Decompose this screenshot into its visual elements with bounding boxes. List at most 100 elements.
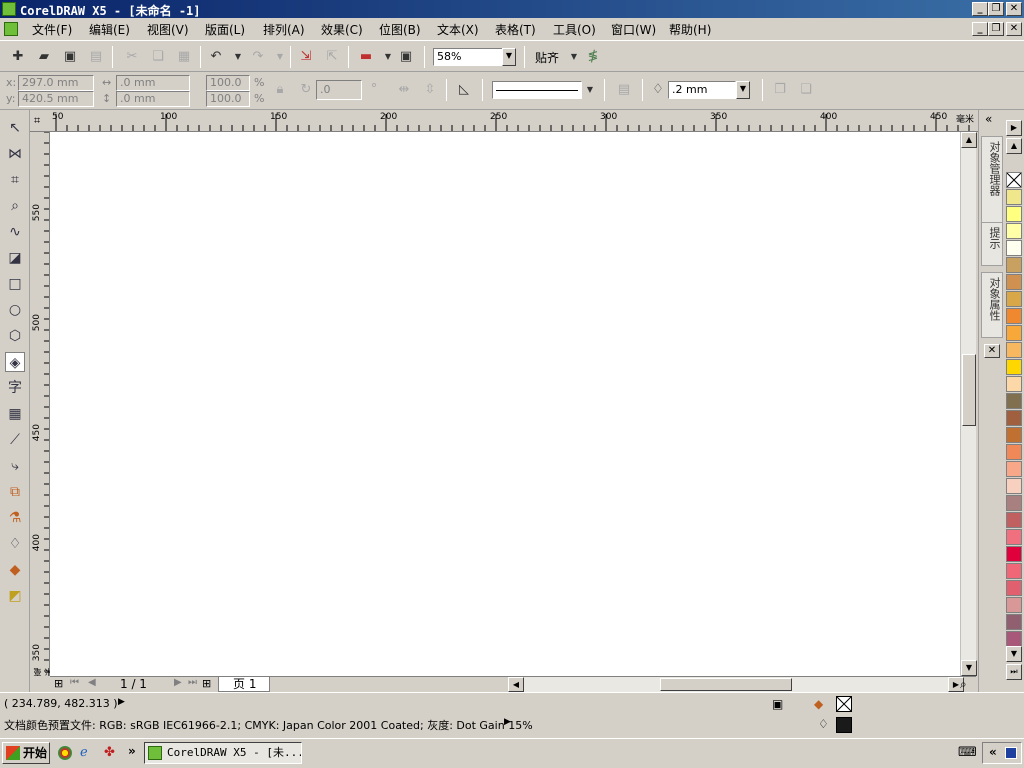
palette-scroll-up-icon[interactable]: ▲ [1006, 138, 1022, 154]
docker-tab-object-properties[interactable]: 对象属性 [981, 272, 1003, 338]
palette-swatch[interactable] [1006, 308, 1022, 324]
zoom-level-input[interactable]: 58% [433, 48, 503, 66]
next-page-icon[interactable]: ▶ [174, 677, 182, 688]
start-button[interactable]: 开始 [2, 742, 50, 764]
doc-minimize-button[interactable]: _ [972, 22, 988, 36]
save-icon[interactable]: ▣ [62, 49, 78, 65]
cut-icon[interactable]: ✂ [124, 49, 140, 65]
palette-swatch[interactable] [1006, 444, 1022, 460]
rectangle-tool-icon[interactable]: □ [5, 274, 25, 294]
prev-page-icon[interactable]: ◀ [88, 677, 96, 688]
keyboard-tray-icon[interactable]: ⌨ [958, 745, 977, 760]
scroll-down-button[interactable]: ▼ [961, 660, 977, 676]
no-color-swatch[interactable] [1006, 172, 1022, 188]
close-button[interactable]: ✕ [1006, 2, 1022, 16]
palette-swatch[interactable] [1006, 359, 1022, 375]
doc-close-button[interactable]: ✕ [1006, 22, 1022, 36]
restore-button[interactable]: ❐ [988, 2, 1004, 16]
rotate-icon[interactable]: ↻ [298, 82, 314, 98]
add-page-before-icon[interactable]: ⊞ [54, 677, 63, 690]
palette-swatch[interactable] [1006, 563, 1022, 579]
open-folder-icon[interactable]: ▰ [36, 49, 52, 65]
palette-swatch[interactable] [1006, 342, 1022, 358]
add-page-after-icon[interactable]: ⊞ [202, 677, 211, 690]
navigator-zoom-icon[interactable]: ⌕ [960, 677, 967, 692]
drawing-canvas[interactable] [50, 132, 960, 676]
width-field[interactable]: .0 mm [116, 75, 190, 91]
copy-icon[interactable]: ❏ [150, 49, 166, 65]
menu-bitmaps[interactable]: 位图(B) [379, 21, 421, 38]
menu-effects[interactable]: 效果(C) [321, 21, 363, 38]
app-icon[interactable] [2, 2, 16, 16]
freehand-tool-icon[interactable]: ∿ [5, 222, 25, 242]
scroll-left-button[interactable]: ◀ [508, 677, 524, 692]
palette-swatch[interactable] [1006, 257, 1022, 273]
corner-icon[interactable]: ◺ [456, 82, 472, 98]
export-icon[interactable]: ⇱ [324, 49, 340, 65]
height-field[interactable]: .0 mm [116, 91, 190, 107]
menu-window[interactable]: 窗口(W) [611, 21, 656, 38]
snap-to-button[interactable]: 贴齐 [535, 49, 559, 66]
app-launcher-dropdown-icon[interactable]: ▼ [380, 49, 396, 65]
menu-help[interactable]: 帮助(H) [669, 21, 711, 38]
page-tab[interactable]: 页 1 [218, 677, 270, 692]
palette-swatch[interactable] [1006, 495, 1022, 511]
to-back-icon[interactable]: ❏ [798, 82, 814, 98]
menu-view[interactable]: 视图(V) [147, 21, 189, 38]
menu-layout[interactable]: 版面(L) [205, 21, 245, 38]
outline-width-dropdown-icon[interactable]: ▼ [736, 81, 750, 99]
vertical-ruler[interactable]: 550 500 450 400 350 毫米 [30, 132, 53, 676]
taskbar-coreldraw-button[interactable]: CorelDRAW X5 - [未... [144, 742, 302, 764]
lock-ratio-icon[interactable]: 🔒︎ [272, 82, 288, 98]
horizontal-ruler[interactable]: ⌗ 50 100 150 200 250 300 350 400 450 毫米 [30, 110, 978, 132]
palette-swatch[interactable] [1006, 478, 1022, 494]
document-icon[interactable] [4, 22, 18, 36]
snap-dropdown-icon[interactable]: ▼ [566, 49, 582, 65]
scroll-up-button[interactable]: ▲ [961, 132, 977, 148]
outline-color-swatch[interactable] [836, 717, 852, 733]
blend-tool-icon[interactable]: ⧉ [5, 482, 25, 502]
palette-swatch[interactable] [1006, 410, 1022, 426]
scale-x-field[interactable]: 100.0 [206, 75, 250, 91]
vertical-scrollbar[interactable]: ▲ ▼ [960, 132, 977, 676]
menu-arrange[interactable]: 排列(A) [263, 21, 305, 38]
outline-indicator-icon[interactable]: ♢ [818, 717, 829, 731]
zoom-tool-icon[interactable]: ⌕ [5, 196, 25, 216]
dimension-tool-icon[interactable]: ⟋ [5, 430, 25, 450]
scale-y-field[interactable]: 100.0 [206, 91, 250, 107]
table-tool-icon[interactable]: ▦ [5, 404, 25, 424]
menu-file[interactable]: 文件(F) [32, 21, 72, 38]
document-info-icon[interactable]: ▣ [772, 697, 783, 711]
line-style-dropdown-icon[interactable]: ▼ [582, 82, 598, 98]
outline-tool-icon[interactable]: ♢ [5, 534, 25, 554]
shape-tool-icon[interactable]: ⋈ [5, 144, 25, 164]
palette-swatch[interactable] [1006, 512, 1022, 528]
welcome-screen-icon[interactable]: ▣ [398, 49, 414, 65]
coords-expand-icon[interactable]: ▶ [118, 697, 125, 707]
palette-swatch[interactable] [1006, 376, 1022, 392]
palette-swatch[interactable] [1006, 631, 1022, 647]
palette-swatch[interactable] [1006, 580, 1022, 596]
paste-icon[interactable]: ▦ [176, 49, 192, 65]
palette-swatch[interactable] [1006, 223, 1022, 239]
palette-swatch[interactable] [1006, 427, 1022, 443]
ruler-origin-icon[interactable]: ⌗ [34, 114, 40, 128]
horizontal-scroll-thumb[interactable] [660, 678, 792, 691]
vertical-scroll-thumb[interactable] [962, 354, 976, 426]
quicklaunch-more-icon[interactable]: » [128, 744, 136, 758]
color-profile-text[interactable]: 文档颜色预置文件: RGB: sRGB IEC61966-2.1; CMYK: … [4, 717, 533, 733]
palette-swatch[interactable] [1006, 393, 1022, 409]
last-page-icon[interactable]: ⏭︎ [188, 677, 197, 688]
mirror-horizontal-icon[interactable]: ⇹ [396, 82, 412, 98]
menu-table[interactable]: 表格(T) [495, 21, 536, 38]
chrome-browser-icon[interactable] [58, 746, 72, 760]
undo-icon[interactable]: ↶ [208, 49, 224, 65]
line-style-selector[interactable] [492, 81, 582, 99]
outline-pen-icon[interactable]: ♢ [650, 82, 666, 98]
smart-fill-tool-icon[interactable]: ◪ [5, 248, 25, 268]
docker-close-button[interactable]: ✕ [984, 344, 1000, 358]
fill-tool-icon[interactable]: ◆ [5, 560, 25, 580]
tray-expand-icon[interactable]: « [989, 745, 997, 759]
text-tool-icon[interactable]: 字 [5, 378, 25, 398]
ellipse-tool-icon[interactable]: ○ [5, 300, 25, 320]
